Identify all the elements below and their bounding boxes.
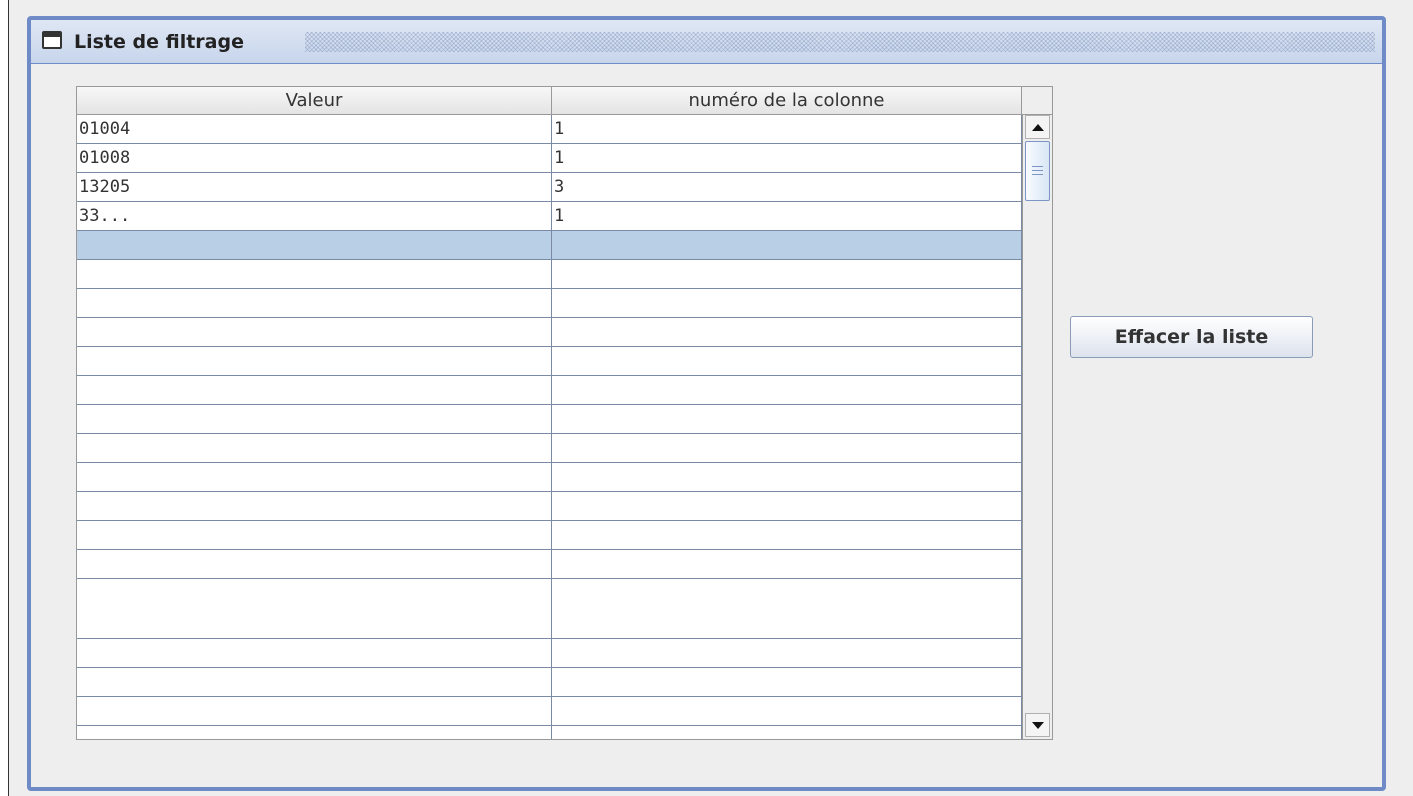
filter-table: Valeur numéro de la colonne 01004 1 0100…	[76, 86, 1053, 740]
arrow-down-icon	[1031, 721, 1044, 729]
cell-valeur[interactable]	[77, 492, 552, 520]
table-row[interactable]: 33... 1	[77, 202, 1022, 231]
window-icon	[42, 31, 62, 49]
cell-numero-colonne[interactable]: 3	[552, 173, 1022, 201]
internal-frame: Liste de filtrage Valeur numéro de la co…	[27, 16, 1386, 791]
table-row[interactable]	[77, 405, 1022, 434]
cell-numero-colonne[interactable]	[552, 668, 1022, 696]
cell-valeur[interactable]	[77, 579, 552, 638]
clear-list-button[interactable]: Effacer la liste	[1070, 316, 1313, 358]
cell-valeur[interactable]	[77, 639, 552, 667]
cell-numero-colonne[interactable]	[552, 231, 1022, 259]
table-row-selected[interactable]	[77, 231, 1022, 260]
table-row[interactable]	[77, 376, 1022, 405]
cell-valeur[interactable]	[77, 376, 552, 404]
table-row[interactable]	[77, 347, 1022, 376]
cell-numero-colonne[interactable]	[552, 550, 1022, 578]
cell-valeur[interactable]: 33...	[77, 202, 552, 230]
cell-numero-colonne[interactable]	[552, 697, 1022, 725]
title-bar[interactable]: Liste de filtrage	[31, 20, 1382, 64]
cell-valeur[interactable]	[77, 434, 552, 462]
cell-numero-colonne[interactable]: 1	[552, 202, 1022, 230]
grip-icon	[1032, 166, 1043, 175]
cell-valeur[interactable]	[77, 405, 552, 433]
cell-valeur[interactable]	[77, 289, 552, 317]
cell-valeur[interactable]	[77, 726, 552, 739]
table-row[interactable]	[77, 668, 1022, 697]
cell-valeur[interactable]	[77, 347, 552, 375]
table-row[interactable]	[77, 550, 1022, 579]
cell-numero-colonne[interactable]	[552, 579, 1022, 638]
title-bar-texture	[305, 32, 1375, 52]
cell-valeur[interactable]	[77, 463, 552, 491]
cell-numero-colonne[interactable]	[552, 289, 1022, 317]
table-header-corner	[1022, 87, 1052, 115]
cell-valeur[interactable]	[77, 521, 552, 549]
table-row[interactable]: 13205 3	[77, 173, 1022, 202]
cell-valeur[interactable]	[77, 231, 552, 259]
cell-numero-colonne[interactable]	[552, 347, 1022, 375]
column-header-numero-colonne[interactable]: numéro de la colonne	[552, 87, 1022, 115]
table-row[interactable]	[77, 260, 1022, 289]
scroll-thumb[interactable]	[1025, 141, 1050, 201]
cell-valeur[interactable]: 13205	[77, 173, 552, 201]
cell-numero-colonne[interactable]	[552, 405, 1022, 433]
table-row[interactable]	[77, 289, 1022, 318]
table-row[interactable]	[77, 639, 1022, 668]
scroll-down-button[interactable]	[1025, 713, 1050, 737]
top-strip	[9, 0, 1413, 8]
table-row[interactable]	[77, 726, 1022, 739]
table-body: 01004 1 01008 1 13205 3 33... 1	[77, 115, 1022, 739]
table-row[interactable]	[77, 318, 1022, 347]
cell-numero-colonne[interactable]	[552, 726, 1022, 739]
cell-numero-colonne[interactable]	[552, 434, 1022, 462]
table-row[interactable]: 01004 1	[77, 115, 1022, 144]
left-edge	[0, 0, 9, 796]
cell-valeur[interactable]	[77, 260, 552, 288]
cell-numero-colonne[interactable]	[552, 639, 1022, 667]
cell-numero-colonne[interactable]	[552, 318, 1022, 346]
cell-valeur[interactable]	[77, 318, 552, 346]
cell-numero-colonne[interactable]	[552, 492, 1022, 520]
cell-numero-colonne[interactable]	[552, 463, 1022, 491]
table-row[interactable]	[77, 697, 1022, 726]
table-row[interactable]	[77, 434, 1022, 463]
table-row[interactable]	[77, 492, 1022, 521]
cell-numero-colonne[interactable]: 1	[552, 115, 1022, 143]
table-row[interactable]: 01008 1	[77, 144, 1022, 173]
cell-numero-colonne[interactable]	[552, 260, 1022, 288]
table-row[interactable]	[77, 463, 1022, 492]
cell-valeur[interactable]: 01008	[77, 144, 552, 172]
cell-valeur[interactable]	[77, 697, 552, 725]
cell-valeur[interactable]	[77, 668, 552, 696]
column-header-valeur[interactable]: Valeur	[77, 87, 552, 115]
cell-numero-colonne[interactable]: 1	[552, 144, 1022, 172]
cell-numero-colonne[interactable]	[552, 521, 1022, 549]
table-header: Valeur numéro de la colonne	[77, 87, 1022, 115]
table-row[interactable]	[77, 521, 1022, 550]
cell-numero-colonne[interactable]	[552, 376, 1022, 404]
cell-valeur[interactable]: 01004	[77, 115, 552, 143]
cell-valeur[interactable]	[77, 550, 552, 578]
window-title: Liste de filtrage	[74, 31, 244, 53]
arrow-up-icon	[1031, 123, 1044, 131]
table-row[interactable]	[77, 579, 1022, 639]
scroll-up-button[interactable]	[1025, 115, 1050, 139]
vertical-scrollbar[interactable]	[1022, 115, 1052, 739]
